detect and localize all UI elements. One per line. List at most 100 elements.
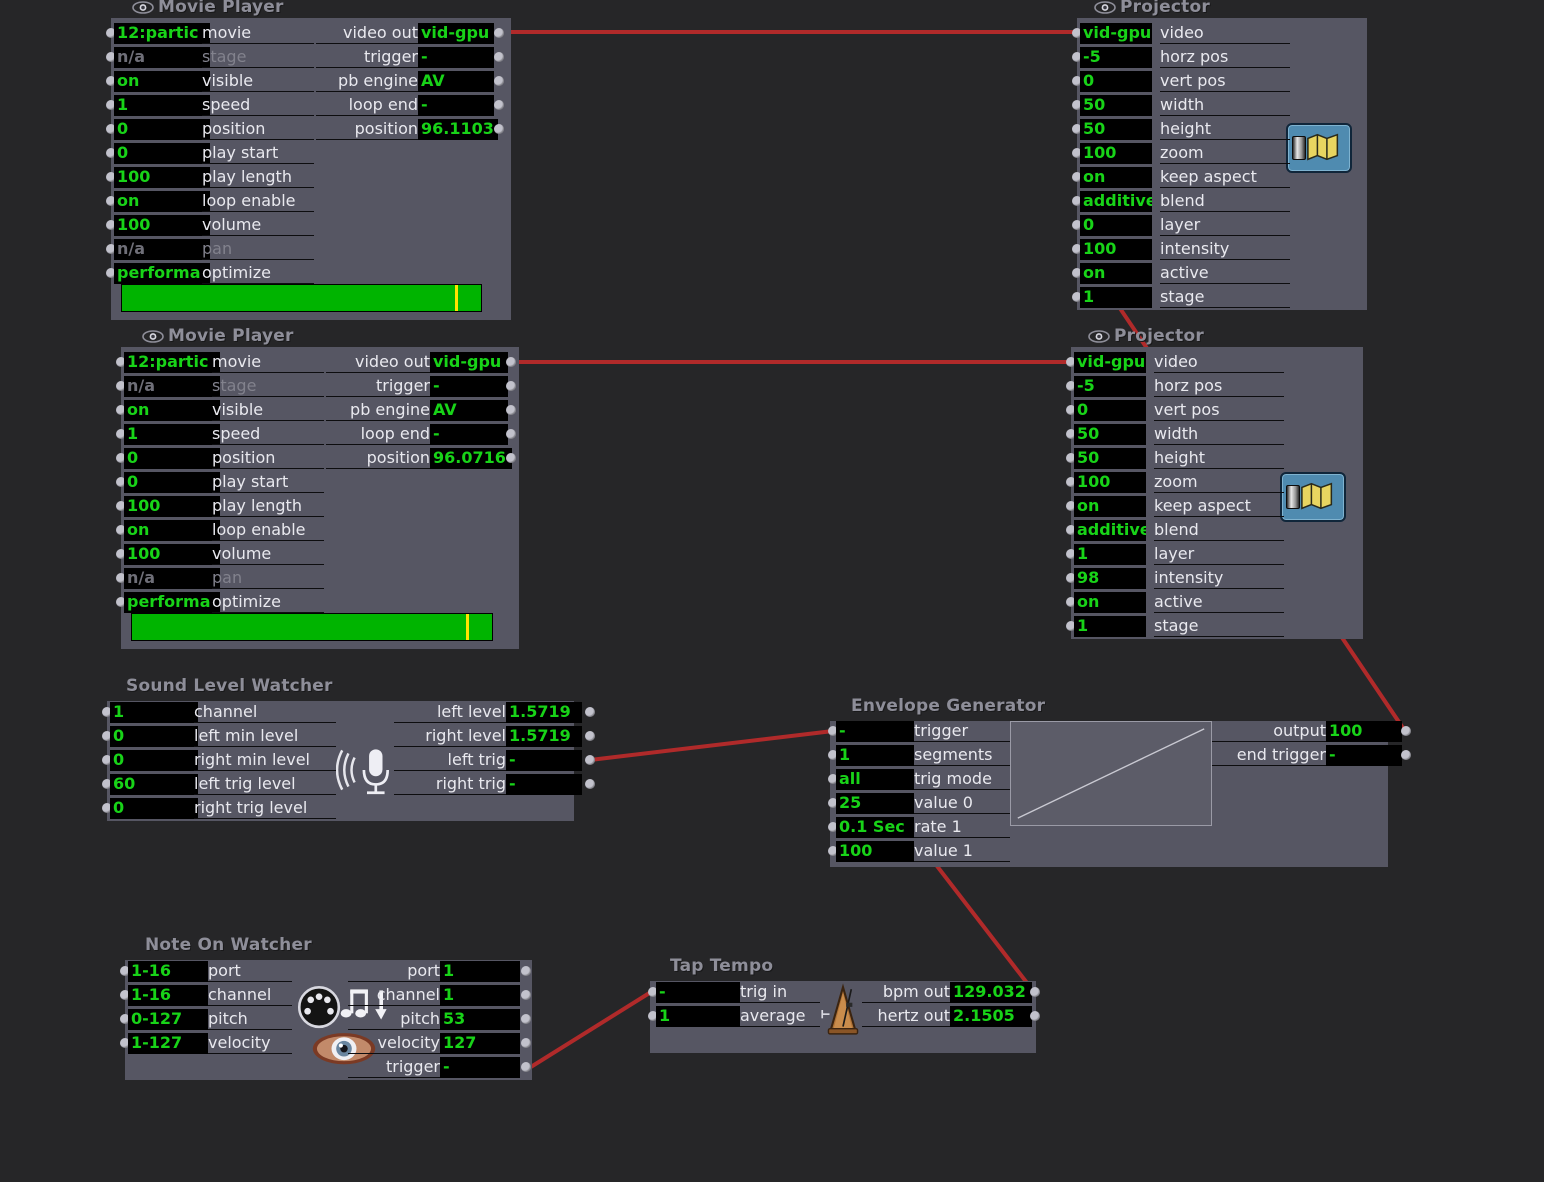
- output-port[interactable]: [506, 357, 516, 367]
- output-value[interactable]: -: [430, 376, 508, 397]
- output-value[interactable]: AV: [430, 400, 508, 421]
- input-value[interactable]: 0: [110, 726, 198, 747]
- output-port[interactable]: [494, 124, 504, 134]
- output-value[interactable]: AV: [418, 71, 494, 92]
- input-value[interactable]: on: [114, 71, 210, 92]
- input-value[interactable]: 1: [124, 424, 220, 445]
- input-value[interactable]: 1: [836, 745, 914, 766]
- output-value[interactable]: -: [506, 750, 582, 771]
- output-value[interactable]: -: [418, 47, 494, 68]
- output-value[interactable]: 127: [440, 1033, 520, 1054]
- playhead-progress-bar-1[interactable]: [121, 284, 482, 312]
- input-value[interactable]: 1: [114, 95, 210, 116]
- input-value[interactable]: 1: [1074, 544, 1146, 565]
- input-value[interactable]: additive: [1074, 520, 1146, 541]
- output-value[interactable]: 1: [440, 961, 520, 982]
- input-value[interactable]: vid-gpu: [1074, 352, 1146, 373]
- input-value[interactable]: 25: [836, 793, 914, 814]
- output-port[interactable]: [1030, 987, 1040, 997]
- input-value[interactable]: additive: [1080, 191, 1152, 212]
- output-value[interactable]: -: [1326, 745, 1402, 766]
- output-port[interactable]: [521, 1062, 531, 1072]
- input-value[interactable]: 0: [124, 448, 220, 469]
- output-port[interactable]: [585, 779, 595, 789]
- input-value[interactable]: on: [114, 191, 210, 212]
- output-port[interactable]: [585, 731, 595, 741]
- output-value[interactable]: -: [418, 95, 494, 116]
- output-port[interactable]: [585, 707, 595, 717]
- input-value[interactable]: -5: [1080, 47, 1152, 68]
- input-value[interactable]: 0: [1080, 71, 1152, 92]
- input-value[interactable]: 50: [1074, 448, 1146, 469]
- output-value[interactable]: -: [430, 424, 508, 445]
- output-port[interactable]: [521, 1038, 531, 1048]
- output-port[interactable]: [494, 100, 504, 110]
- output-value[interactable]: -: [440, 1057, 520, 1078]
- input-value[interactable]: on: [1074, 592, 1146, 613]
- input-value[interactable]: 1-127: [128, 1033, 208, 1054]
- input-value[interactable]: 1: [656, 1006, 740, 1027]
- input-value[interactable]: 0: [110, 750, 198, 771]
- output-value[interactable]: 100: [1326, 721, 1402, 742]
- input-value[interactable]: 1-16: [128, 985, 208, 1006]
- input-value[interactable]: -: [836, 721, 914, 742]
- patch-canvas[interactable]: Movie Player 12:partic movie n/a stage o…: [12, 0, 1544, 1182]
- output-port[interactable]: [506, 453, 516, 463]
- playhead-progress-bar-2[interactable]: [131, 613, 493, 641]
- input-value[interactable]: 100: [1074, 472, 1146, 493]
- input-value[interactable]: 100: [836, 841, 914, 862]
- input-value[interactable]: 98: [1074, 568, 1146, 589]
- input-value[interactable]: 100: [114, 215, 210, 236]
- input-value[interactable]: performa: [114, 263, 210, 284]
- input-value[interactable]: 50: [1080, 95, 1152, 116]
- output-value[interactable]: 1: [440, 985, 520, 1006]
- input-value[interactable]: n/a: [114, 239, 210, 260]
- input-value[interactable]: 0: [114, 119, 210, 140]
- output-port[interactable]: [506, 429, 516, 439]
- input-value[interactable]: 0: [1074, 400, 1146, 421]
- output-port[interactable]: [1030, 1011, 1040, 1021]
- input-value[interactable]: 1-16: [128, 961, 208, 982]
- input-value[interactable]: on: [124, 400, 220, 421]
- output-port[interactable]: [521, 990, 531, 1000]
- input-value[interactable]: 0: [124, 472, 220, 493]
- output-port[interactable]: [1401, 750, 1411, 760]
- input-value[interactable]: 1: [1074, 616, 1146, 637]
- input-value[interactable]: -: [656, 982, 740, 1003]
- output-port[interactable]: [494, 28, 504, 38]
- output-value[interactable]: 1.5719: [506, 702, 582, 723]
- input-value[interactable]: on: [1074, 496, 1146, 517]
- input-value[interactable]: n/a: [114, 47, 210, 68]
- output-port[interactable]: [494, 52, 504, 62]
- output-value[interactable]: 2.1505: [950, 1006, 1032, 1027]
- input-value[interactable]: 100: [114, 167, 210, 188]
- output-port[interactable]: [506, 405, 516, 415]
- output-port[interactable]: [506, 381, 516, 391]
- input-value[interactable]: vid-gpu: [1080, 23, 1152, 44]
- envelope-ramp-graph[interactable]: [1010, 721, 1212, 826]
- output-value[interactable]: 96.1103: [418, 119, 498, 140]
- input-value[interactable]: 12:partic: [124, 352, 220, 373]
- input-value[interactable]: 1: [1080, 287, 1152, 308]
- input-value[interactable]: n/a: [124, 568, 220, 589]
- input-value[interactable]: n/a: [124, 376, 220, 397]
- input-value[interactable]: 0: [1080, 215, 1152, 236]
- input-value[interactable]: performa: [124, 592, 220, 613]
- input-value[interactable]: on: [1080, 167, 1152, 188]
- input-value[interactable]: 0.1 Sec: [836, 817, 914, 838]
- input-value[interactable]: 100: [124, 544, 220, 565]
- input-value[interactable]: 1: [110, 702, 198, 723]
- input-value[interactable]: 12:partic: [114, 23, 210, 44]
- input-value[interactable]: 100: [124, 496, 220, 517]
- input-value[interactable]: on: [1080, 263, 1152, 284]
- output-port[interactable]: [494, 76, 504, 86]
- input-value[interactable]: 50: [1074, 424, 1146, 445]
- output-value[interactable]: vid-gpu: [418, 23, 494, 44]
- input-value[interactable]: all: [836, 769, 914, 790]
- input-value[interactable]: 0-127: [128, 1009, 208, 1030]
- output-port[interactable]: [585, 755, 595, 765]
- input-value[interactable]: 0: [110, 798, 198, 819]
- input-value[interactable]: 50: [1080, 119, 1152, 140]
- output-value[interactable]: 129.032: [950, 982, 1032, 1003]
- input-value[interactable]: 60: [110, 774, 198, 795]
